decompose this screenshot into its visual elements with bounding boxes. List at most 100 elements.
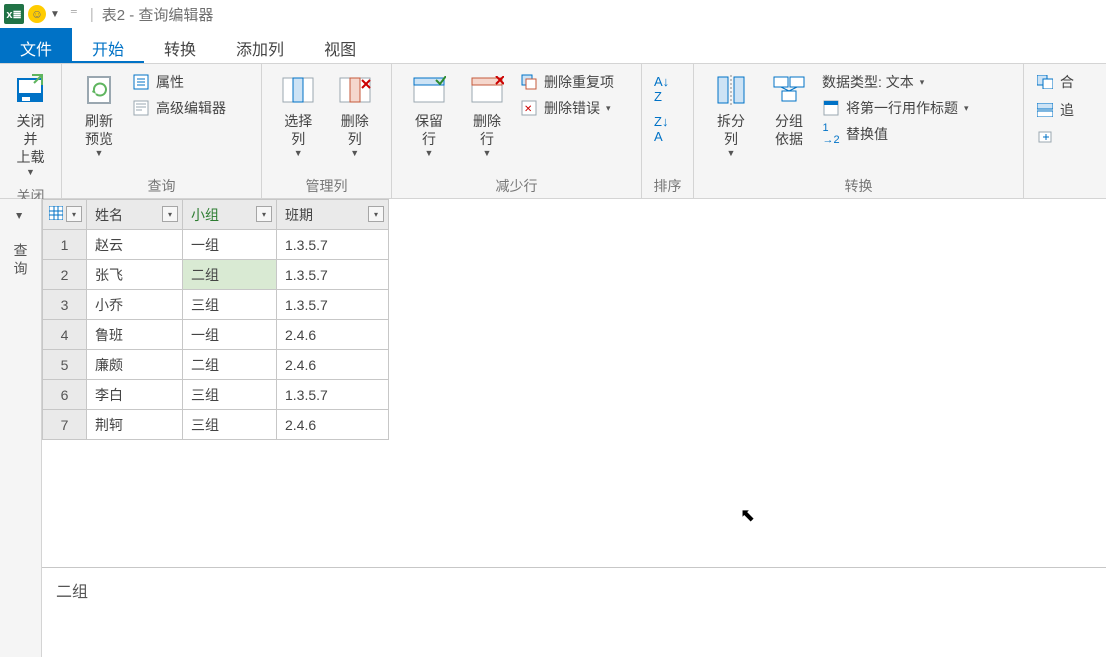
table-row[interactable]: 7荆轲三组2.4.6 xyxy=(43,410,389,440)
remove-duplicates-button[interactable]: 删除重复项 xyxy=(520,72,614,92)
col-header-group[interactable]: 小组 ▾ xyxy=(183,200,277,230)
queries-sidepanel[interactable]: ▸ 查询 xyxy=(0,199,42,657)
chevron-right-icon[interactable]: ▸ xyxy=(14,213,28,219)
row-number[interactable]: 4 xyxy=(43,320,87,350)
formula-value: 二组 xyxy=(56,584,88,601)
remove-columns-button[interactable]: 删除 列 ▼ xyxy=(327,68,384,164)
cell-period[interactable]: 1.3.5.7 xyxy=(277,290,389,320)
remove-rows-button[interactable]: 删除 行 ▼ xyxy=(458,68,516,164)
keep-rows-label: 保留 行 xyxy=(415,112,443,148)
data-type-button[interactable]: 数据类型: 文本 ▾ xyxy=(822,72,969,92)
filter-dropdown-icon[interactable]: ▾ xyxy=(256,206,272,222)
cell-name[interactable]: 廉颇 xyxy=(87,350,183,380)
table-row[interactable]: 6李白三组1.3.5.7 xyxy=(43,380,389,410)
tab-view[interactable]: 视图 xyxy=(304,28,376,63)
remove-err-icon: ✕ xyxy=(520,99,538,117)
cell-group[interactable]: 三组 xyxy=(183,410,277,440)
adv-editor-icon xyxy=(132,99,150,117)
row-number[interactable]: 5 xyxy=(43,350,87,380)
col-header-period-label: 班期 xyxy=(285,207,313,223)
split-column-button[interactable]: 拆分 列 ▼ xyxy=(702,68,760,164)
append-icon xyxy=(1036,101,1054,119)
dropdown-icon: ▾ xyxy=(920,77,925,88)
merge-icon xyxy=(1036,73,1054,91)
cell-name[interactable]: 鲁班 xyxy=(87,320,183,350)
select-columns-label: 选择 列 xyxy=(284,112,312,148)
table-row[interactable]: 4鲁班一组2.4.6 xyxy=(43,320,389,350)
row-number[interactable]: 3 xyxy=(43,290,87,320)
cell-name[interactable]: 张飞 xyxy=(87,260,183,290)
group-combine-label xyxy=(1032,192,1066,196)
data-table[interactable]: ▾ 姓名▾ 小组▾ 班期▾ 1赵云一组1.3.5.72张飞二组1.3.5.73小… xyxy=(42,199,389,440)
dropdown-icon: ▾ xyxy=(606,103,611,114)
row-number[interactable]: 2 xyxy=(43,260,87,290)
col-header-name-label: 姓名 xyxy=(95,207,123,223)
qat-drop-icon[interactable]: ▼ xyxy=(50,9,60,20)
cell-name[interactable]: 荆轲 xyxy=(87,410,183,440)
col-header-period[interactable]: 班期 ▾ xyxy=(277,200,389,230)
cell-group[interactable]: 一组 xyxy=(183,230,277,260)
table-icon xyxy=(49,206,63,220)
cell-group[interactable]: 一组 xyxy=(183,320,277,350)
cell-period[interactable]: 2.4.6 xyxy=(277,320,389,350)
cell-name[interactable]: 赵云 xyxy=(87,230,183,260)
cell-period[interactable]: 1.3.5.7 xyxy=(277,380,389,410)
tab-file[interactable]: 文件 xyxy=(0,28,72,63)
replace-values-button[interactable]: 1→2 替换值 xyxy=(822,124,969,144)
merge-queries-button[interactable]: 合 xyxy=(1036,72,1074,92)
group-query-label: 查询 xyxy=(70,172,253,196)
sort-asc-button[interactable]: A↓Z xyxy=(654,74,669,104)
merge-label: 合 xyxy=(1060,72,1074,92)
dropdown-icon: ▼ xyxy=(483,148,492,160)
row-number[interactable]: 6 xyxy=(43,380,87,410)
cell-period[interactable]: 1.3.5.7 xyxy=(277,230,389,260)
select-columns-button[interactable]: 选择 列 ▼ xyxy=(270,68,327,164)
cell-group[interactable]: 二组 xyxy=(183,350,277,380)
table-row[interactable]: 3小乔三组1.3.5.7 xyxy=(43,290,389,320)
table-row[interactable]: 1赵云一组1.3.5.7 xyxy=(43,230,389,260)
col-header-group-label: 小组 xyxy=(191,207,219,223)
cell-name[interactable]: 小乔 xyxy=(87,290,183,320)
first-row-header-button[interactable]: 将第一行用作标题 ▾ xyxy=(822,98,969,118)
keep-rows-button[interactable]: 保留 行 ▼ xyxy=(400,68,458,164)
cell-period[interactable]: 2.4.6 xyxy=(277,350,389,380)
keep-rows-icon xyxy=(411,72,447,108)
cell-period[interactable]: 1.3.5.7 xyxy=(277,260,389,290)
main-area: ▾ 姓名▾ 小组▾ 班期▾ 1赵云一组1.3.5.72张飞二组1.3.5.73小… xyxy=(42,199,1106,657)
remove-err-label: 删除错误 xyxy=(544,98,600,118)
tab-transform[interactable]: 转换 xyxy=(144,28,216,63)
row-number[interactable]: 1 xyxy=(43,230,87,260)
title-sep: | xyxy=(90,6,94,23)
formula-bar[interactable]: 二组 xyxy=(42,567,1106,657)
table-menu-dropdown[interactable]: ▾ xyxy=(66,206,82,222)
replace-icon: 1→2 xyxy=(822,125,840,143)
adv-editor-label: 高级编辑器 xyxy=(156,98,226,118)
cell-group[interactable]: 三组 xyxy=(183,380,277,410)
filter-dropdown-icon[interactable]: ▾ xyxy=(162,206,178,222)
col-header-name[interactable]: 姓名 ▾ xyxy=(87,200,183,230)
table-row[interactable]: 5廉颇二组2.4.6 xyxy=(43,350,389,380)
row-num-header[interactable]: ▾ xyxy=(43,200,87,230)
append-queries-button[interactable]: 追 xyxy=(1036,100,1074,120)
split-col-label: 拆分 列 xyxy=(717,112,745,148)
smiley-icon[interactable]: ☺ xyxy=(28,5,46,23)
cell-period[interactable]: 2.4.6 xyxy=(277,410,389,440)
combine-more-button[interactable] xyxy=(1036,128,1074,146)
group-sort: A↓Z Z↓A 排序 xyxy=(642,64,694,198)
remove-errors-button[interactable]: ✕ 删除错误 ▾ xyxy=(520,98,614,118)
tab-addcolumn[interactable]: 添加列 xyxy=(216,28,304,63)
properties-button[interactable]: 属性 xyxy=(132,72,226,92)
row-number[interactable]: 7 xyxy=(43,410,87,440)
group-by-button[interactable]: 分组 依据 xyxy=(760,68,818,152)
group-reduce-rows: 保留 行 ▼ 删除 行 ▼ 删除重复项 ✕ 删除错误 ▾ 减少行 xyxy=(392,64,642,198)
sort-desc-button[interactable]: Z↓A xyxy=(654,114,669,144)
table-row[interactable]: 2张飞二组1.3.5.7 xyxy=(43,260,389,290)
cell-group[interactable]: 二组 xyxy=(183,260,277,290)
close-and-load-button[interactable]: 关闭并 上载 ▼ xyxy=(8,68,53,182)
tab-home[interactable]: 开始 xyxy=(72,28,144,63)
filter-dropdown-icon[interactable]: ▾ xyxy=(368,206,384,222)
refresh-preview-button[interactable]: 刷新 预览 ▼ xyxy=(70,68,128,164)
cell-group[interactable]: 三组 xyxy=(183,290,277,320)
cell-name[interactable]: 李白 xyxy=(87,380,183,410)
advanced-editor-button[interactable]: 高级编辑器 xyxy=(132,98,226,118)
